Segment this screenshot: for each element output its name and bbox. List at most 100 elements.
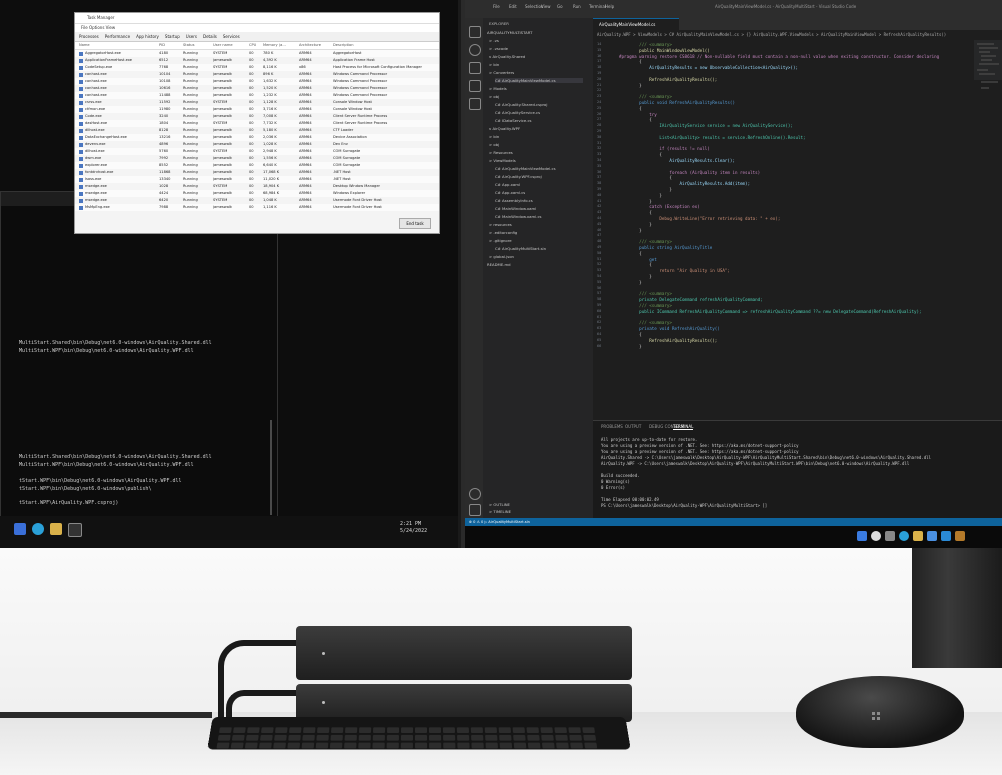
taskbar-clock[interactable]: 2:21 PM 5/24/2022: [400, 521, 427, 535]
column-header[interactable]: User name: [213, 42, 249, 49]
table-row[interactable]: AggregatorHost.exe 4180 Running SYSTEM 00 780…: [75, 50, 439, 57]
table-row[interactable]: conhost.exe 10616 Running jameswalk 00 1,520 …: [75, 85, 439, 92]
status-bar[interactable]: ⊗ 0 ⚠ 0 ▷ AirQualityMultiStart.sln: [465, 518, 1002, 526]
tab-details[interactable]: Details: [203, 34, 217, 39]
column-header[interactable]: PID: [159, 42, 183, 49]
table-row[interactable]: devenv.exe 4896 Running jameswalk 00 1,028 K A…: [75, 141, 439, 148]
tab-startup[interactable]: Startup: [165, 34, 180, 39]
explorer-item[interactable]: > .editorconfig: [489, 230, 583, 235]
explorer-item[interactable]: C# AssemblyInfo.cs: [495, 198, 583, 203]
explorer-item[interactable]: AIRQUALITYMULTISTART: [487, 30, 583, 35]
explorer-item[interactable]: C# IDataService.cs: [495, 118, 583, 123]
explorer-item[interactable]: > .gitignore: [489, 238, 583, 243]
explorer-item[interactable]: C# AirQuality.Shared.csproj: [495, 102, 583, 107]
explorer-item[interactable]: v AirQuality.Shared: [489, 54, 583, 59]
explorer-item[interactable]: C# AirQualityMultiStart.sln: [495, 246, 583, 251]
table-row[interactable]: msedge.exe 6420 Running SYSTEM 00 1,048 K ARM6…: [75, 197, 439, 204]
table-row[interactable]: dasHost.exe 1804 Running SYSTEM 00 7,732 K ARM…: [75, 120, 439, 127]
end-task-button[interactable]: End task: [399, 218, 431, 229]
table-row[interactable]: explorer.exe 8552 Running jameswalk 00 6,640 …: [75, 162, 439, 169]
menu-terminal[interactable]: Terminal: [589, 4, 606, 9]
explorer-item[interactable]: > bin: [489, 62, 583, 67]
table-row[interactable]: dllhost.exe 8128 Running jameswalk 00 5,180 K…: [75, 127, 439, 134]
explorer-item[interactable]: C# App.xaml.cs: [495, 190, 583, 195]
explorer-item[interactable]: > ViewModels: [489, 158, 583, 163]
panel-tab-output[interactable]: OUTPUT: [625, 424, 641, 429]
timeline-section[interactable]: > TIMELINE: [489, 509, 511, 514]
task-manager-tabs[interactable]: Processes Performance App history Startup Us…: [75, 32, 439, 42]
explorer-icon[interactable]: [50, 523, 62, 535]
breadcrumb[interactable]: AirQuality.WPF > ViewModels > C# AirQual…: [593, 30, 1002, 40]
table-row[interactable]: dllhost.exe 5760 Running SYSTEM 00 2,948 K ARM…: [75, 148, 439, 155]
table-row[interactable]: conhost.exe 11488 Running jameswalk 00 1,232 …: [75, 92, 439, 99]
table-row[interactable]: Code.exe 3240 Running jameswalk 00 7,008 K ARM…: [75, 113, 439, 120]
menu-view[interactable]: View: [541, 4, 551, 9]
edge-icon[interactable]: [32, 523, 44, 535]
table-row[interactable]: csrss.exe 11592 Running SYSTEM 00 1,128 K ARM6…: [75, 99, 439, 106]
code-editor[interactable]: 14 15 16 17 18 19 20 21 22 23 24 25 26 27 28 29 30 31 32 33…: [593, 40, 1002, 420]
task-manager-menu[interactable]: File Options View: [75, 24, 439, 32]
search-icon[interactable]: [469, 44, 481, 56]
taskview-icon[interactable]: [885, 531, 895, 541]
table-row[interactable]: conhost.exe 10108 Running jameswalk 00 1,632 …: [75, 78, 439, 85]
table-row[interactable]: ApplicationFrameHost.exe 6512 Running james…: [75, 57, 439, 64]
tab-performance[interactable]: Performance: [105, 34, 130, 39]
gear-icon[interactable]: [469, 504, 481, 516]
edge-icon[interactable]: [899, 531, 909, 541]
explorer-item[interactable]: > resources: [489, 222, 583, 227]
column-header[interactable]: CPU: [249, 42, 263, 49]
explorer-item[interactable]: C# MainWindow.xaml.cs: [495, 214, 583, 219]
search-icon[interactable]: [14, 523, 26, 535]
explorer-item[interactable]: C# AirQualityService.cs: [495, 110, 583, 115]
explorer-icon[interactable]: [913, 531, 923, 541]
explorer-item[interactable]: C# AirQualityMainViewModel.cs: [495, 78, 583, 83]
table-row[interactable]: DataExchangeHost.exe 13216 Running jameswal…: [75, 134, 439, 141]
terminal-scrollbar[interactable]: [270, 420, 272, 515]
explorer-item[interactable]: README.md: [487, 262, 583, 267]
table-row[interactable]: CodeSetup.exe 7768 Running SYSTEM 00 8,116 K x…: [75, 64, 439, 71]
run-debug-icon[interactable]: [469, 80, 481, 92]
explorer-item[interactable]: > .vscode: [489, 46, 583, 51]
outline-section[interactable]: > OUTLINE: [489, 502, 510, 507]
account-icon[interactable]: [469, 488, 481, 500]
menu-file[interactable]: File: [493, 4, 500, 9]
table-row[interactable]: dwm.exe 7992 Running jameswalk 00 1,556 K ARM6…: [75, 155, 439, 162]
explorer-item[interactable]: > global.json: [489, 254, 583, 259]
menu-run[interactable]: Run: [573, 4, 581, 9]
table-row[interactable]: MsMpEng.exe 7988 Running jameswalk 00 1,116 K…: [75, 204, 439, 211]
extensions-icon[interactable]: [469, 98, 481, 110]
minimap[interactable]: [974, 40, 1002, 160]
menu-go[interactable]: Go: [557, 4, 563, 9]
tab-services[interactable]: Services: [223, 34, 240, 39]
panel-tab-problems[interactable]: PROBLEMS: [601, 424, 623, 429]
explorer-item[interactable]: > Resources: [489, 150, 583, 155]
column-header[interactable]: Name: [79, 42, 159, 49]
search-icon[interactable]: [871, 531, 881, 541]
source-control-icon[interactable]: [469, 62, 481, 74]
tab-processes[interactable]: Processes: [79, 34, 99, 39]
explorer-item[interactable]: v AirQuality.WPF: [489, 126, 583, 131]
table-row[interactable]: ctfmon.exe 11980 Running jameswalk 00 3,716 K…: [75, 106, 439, 113]
table-row[interactable]: msedge.exe 4424 Running jameswalk 00 68,984 K…: [75, 190, 439, 197]
tab-app-history[interactable]: App history: [136, 34, 159, 39]
explorer-item[interactable]: C# App.xaml: [495, 182, 583, 187]
table-row[interactable]: msedge.exe 1028 Running SYSTEM 00 18,904 K ARM…: [75, 183, 439, 190]
explorer-item[interactable]: > Converters: [489, 70, 583, 75]
explorer-icon[interactable]: [469, 26, 481, 38]
menu-edit[interactable]: Edit: [509, 4, 517, 9]
terminal-window[interactable]: — ☐ ✕ MultiStart.Shared\bin\Debug\net6.0…: [0, 191, 278, 518]
panel-tab-terminal[interactable]: TERMINAL: [673, 424, 694, 430]
explorer-item[interactable]: > .vs: [489, 38, 583, 43]
column-header[interactable]: Memory (a...: [263, 42, 299, 49]
table-row[interactable]: conhost.exe 10104 Running jameswalk 00 896 K A…: [75, 71, 439, 78]
task-manager-window[interactable]: Task Manager File Options View Processes…: [74, 12, 440, 234]
explorer-item[interactable]: > bin: [489, 134, 583, 139]
store-icon[interactable]: [927, 531, 937, 541]
explorer-item[interactable]: C# MainWindow.xaml: [495, 206, 583, 211]
column-header[interactable]: Status: [183, 42, 213, 49]
explorer-item[interactable]: C# AirQuality.WPF.csproj: [495, 174, 583, 179]
explorer-item[interactable]: > obj: [489, 94, 583, 99]
table-row[interactable]: fontdrvhost.exe 11868 Running jameswalk 00 17…: [75, 169, 439, 176]
tab-users[interactable]: Users: [186, 34, 197, 39]
explorer-item[interactable]: C# AirQualityMainViewModel.cs: [495, 166, 583, 171]
